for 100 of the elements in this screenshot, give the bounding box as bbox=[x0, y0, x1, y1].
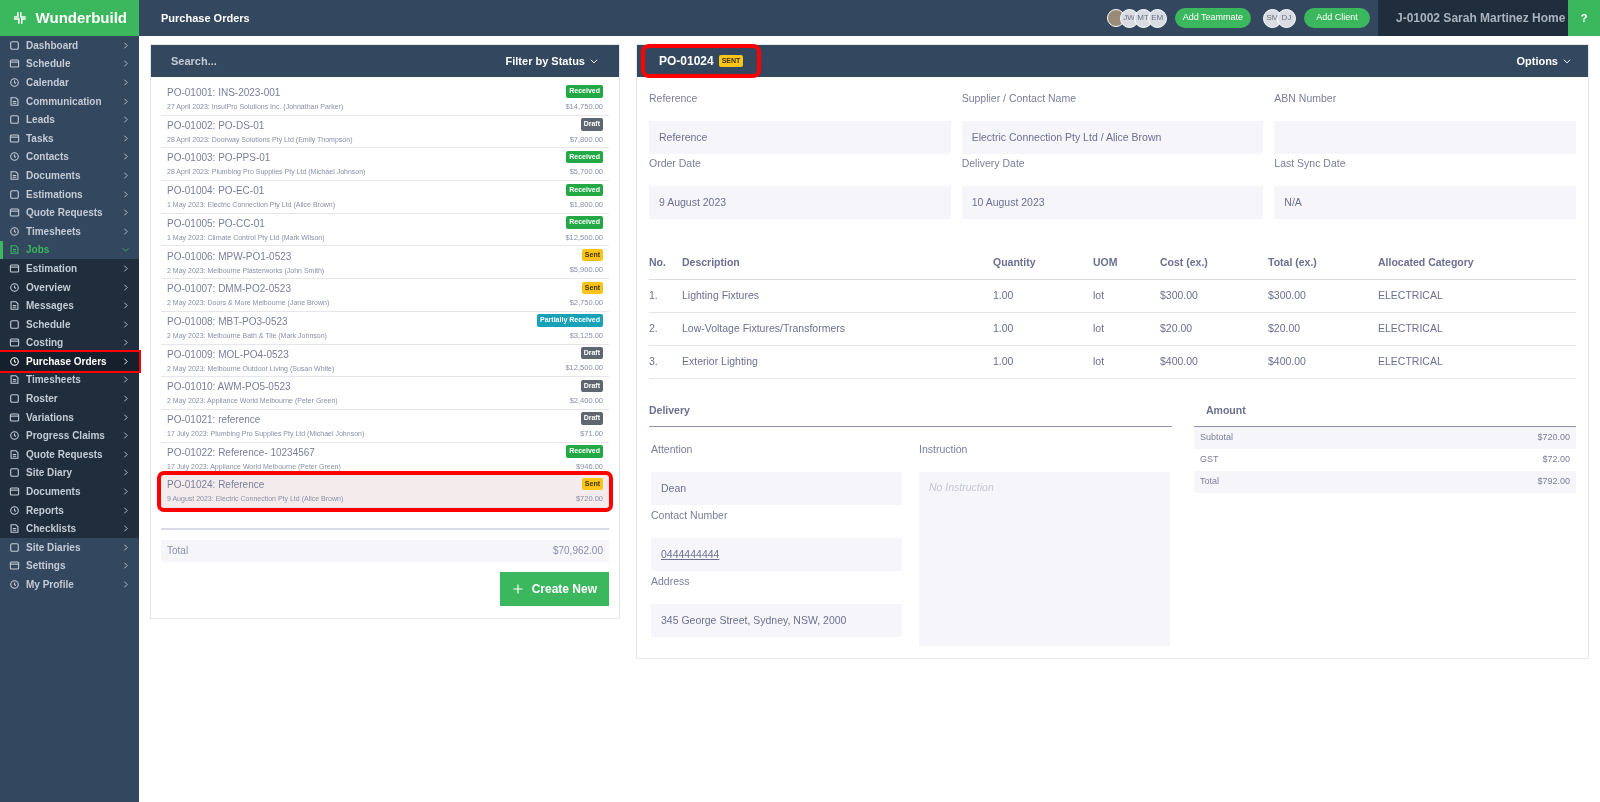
field-label: Last Sync Date bbox=[1274, 156, 1347, 171]
order-number: PO-01024 bbox=[659, 53, 714, 70]
clock-icon bbox=[9, 281, 20, 293]
table-cell-text: ELECTRICAL bbox=[1378, 288, 1444, 304]
input-field[interactable]: 0444444444 bbox=[651, 538, 902, 571]
sidebar-item[interactable]: Jobs bbox=[0, 240, 139, 260]
input-field[interactable]: 9 August 2023 bbox=[649, 186, 951, 219]
sidebar-item[interactable]: Site Diaries bbox=[0, 538, 139, 557]
document-icon bbox=[9, 523, 20, 535]
document-icon bbox=[9, 448, 20, 460]
table-cell-text: Lighting Fixtures bbox=[682, 288, 761, 304]
section-heading: Delivery bbox=[649, 399, 1172, 427]
logo-icon bbox=[12, 10, 28, 26]
sidebar-item[interactable]: Contacts bbox=[0, 147, 139, 167]
sidebar-item[interactable]: Documents bbox=[0, 166, 139, 185]
sidebar-item[interactable]: Checklists bbox=[0, 519, 139, 539]
document-icon bbox=[9, 169, 20, 181]
square-icon bbox=[9, 188, 20, 200]
sidebar-item[interactable]: Estimations bbox=[0, 184, 139, 204]
sidebar-item[interactable]: Tasks bbox=[0, 128, 139, 148]
table-cell-text: $300.00 bbox=[1160, 288, 1199, 304]
job-selector[interactable]: J-01002 Sarah Martinez Home bbox=[1378, 0, 1568, 36]
sidebar-item[interactable]: Quote Requests bbox=[0, 203, 139, 222]
avatar-photo bbox=[1106, 8, 1125, 27]
order-title: PO-01022: Reference- 10234567 bbox=[167, 445, 316, 460]
field-label: Instruction bbox=[919, 442, 969, 456]
input-field[interactable]: 10 August 2023 bbox=[961, 186, 1264, 219]
clock-icon bbox=[9, 355, 20, 367]
input-field[interactable]: Dean bbox=[651, 472, 902, 505]
clock-icon bbox=[9, 77, 20, 88]
column-header: Total (ex.) bbox=[1268, 255, 1318, 271]
order-title: PO-01001: INS-2023-001 bbox=[167, 86, 282, 101]
sidebar-item[interactable]: Timesheets bbox=[0, 370, 139, 390]
sidebar-item[interactable]: Timesheets bbox=[0, 221, 139, 241]
amount-value: $792.00 bbox=[1537, 475, 1570, 489]
chevron-down-icon bbox=[1562, 56, 1572, 66]
filter-dropdown[interactable]: Filter by Status bbox=[505, 52, 599, 70]
column-header: UOM bbox=[1093, 255, 1119, 271]
amount-value: $720.00 bbox=[1537, 431, 1570, 445]
brand-name: Wunderbuild bbox=[35, 7, 127, 28]
page-title: Purchase Orders bbox=[160, 10, 251, 26]
table-cell-text: 1.00 bbox=[993, 354, 1015, 370]
order-title: PO-01007: DMM-PO2-0523 bbox=[167, 282, 292, 297]
sidebar-item[interactable]: Purchase Orders bbox=[0, 352, 139, 371]
table-cell-text: $400.00 bbox=[1268, 354, 1307, 370]
document-icon bbox=[9, 300, 20, 312]
input-field[interactable]: 345 George Street, Sydney, NSW, 2000 bbox=[651, 604, 902, 637]
sidebar-item[interactable]: Dashboard bbox=[0, 36, 139, 55]
table-cell-text: ELECTRICAL bbox=[1378, 321, 1444, 337]
square-icon bbox=[9, 393, 20, 405]
total-amount: $70,962.00 bbox=[552, 544, 603, 559]
sidebar-item[interactable]: Calendar bbox=[0, 73, 139, 92]
input-field[interactable]: Reference bbox=[649, 121, 951, 154]
order-title: PO-01008: MBT-PO3-0523 bbox=[167, 314, 289, 329]
chevron-down-icon bbox=[589, 56, 599, 66]
input-field[interactable]: Electric Connection Pty Ltd / Alice Brown bbox=[961, 121, 1264, 154]
table-cell-text: 1.00 bbox=[993, 321, 1015, 337]
order-title: PO-01002: PO-DS-01 bbox=[167, 118, 266, 133]
sidebar-item[interactable]: Quote Requests bbox=[0, 445, 139, 464]
avatar: EM bbox=[1147, 8, 1167, 28]
sidebar-item[interactable]: Reports bbox=[0, 500, 139, 520]
order-title: PO-01003: PO-PPS-01 bbox=[167, 151, 272, 166]
options-dropdown[interactable]: Options bbox=[1516, 52, 1572, 70]
search-field[interactable]: Search... bbox=[171, 52, 371, 70]
sidebar-item[interactable]: Schedule bbox=[0, 314, 139, 334]
sidebar-item[interactable]: Schedule bbox=[0, 54, 139, 74]
sidebar-item[interactable]: Progress Claims bbox=[0, 426, 139, 446]
sidebar-item[interactable]: Messages bbox=[0, 296, 139, 315]
sidebar-item[interactable]: Leads bbox=[0, 110, 139, 129]
plus-icon bbox=[511, 582, 524, 595]
clock-icon bbox=[9, 430, 20, 442]
sidebar-item[interactable]: Roster bbox=[0, 389, 139, 408]
field-label: Address bbox=[651, 574, 691, 589]
sidebar-item[interactable]: Variations bbox=[0, 407, 139, 427]
sidebar-item[interactable]: Settings bbox=[0, 556, 139, 576]
sidebar-item[interactable]: My Profile bbox=[0, 575, 139, 594]
clock-icon bbox=[9, 225, 20, 237]
table-cell-text: 1.00 bbox=[993, 288, 1015, 304]
order-title: PO-01004: PO-EC-01 bbox=[167, 184, 266, 199]
sidebar-item[interactable]: Communication bbox=[0, 91, 139, 111]
document-icon bbox=[9, 244, 20, 256]
calendar-icon bbox=[9, 58, 20, 70]
column-header: Description bbox=[682, 255, 741, 271]
order-title: PO-01024: Reference bbox=[167, 478, 266, 493]
table-cell-text: $20.00 bbox=[1268, 321, 1302, 337]
sidebar-item[interactable]: Costing bbox=[0, 333, 139, 353]
square-icon bbox=[9, 39, 20, 51]
table-cell-text: $20.00 bbox=[1160, 321, 1194, 337]
avatar: DJ bbox=[1277, 8, 1296, 28]
field-label: Contact Number bbox=[651, 508, 729, 523]
field-label: Delivery Date bbox=[961, 156, 1026, 171]
table-cell-text: Exterior Lighting bbox=[682, 354, 759, 370]
sidebar-item[interactable]: Documents bbox=[0, 482, 139, 501]
amount-label: GST bbox=[1200, 453, 1219, 467]
sidebar-item[interactable]: Overview bbox=[0, 277, 139, 297]
sidebar-item[interactable]: Estimation bbox=[0, 259, 139, 278]
input-field[interactable]: N/A bbox=[1274, 186, 1576, 219]
calendar-icon bbox=[9, 486, 20, 498]
sidebar-item[interactable]: Site Diary bbox=[0, 463, 139, 483]
table-cell-text: $400.00 bbox=[1160, 354, 1199, 370]
